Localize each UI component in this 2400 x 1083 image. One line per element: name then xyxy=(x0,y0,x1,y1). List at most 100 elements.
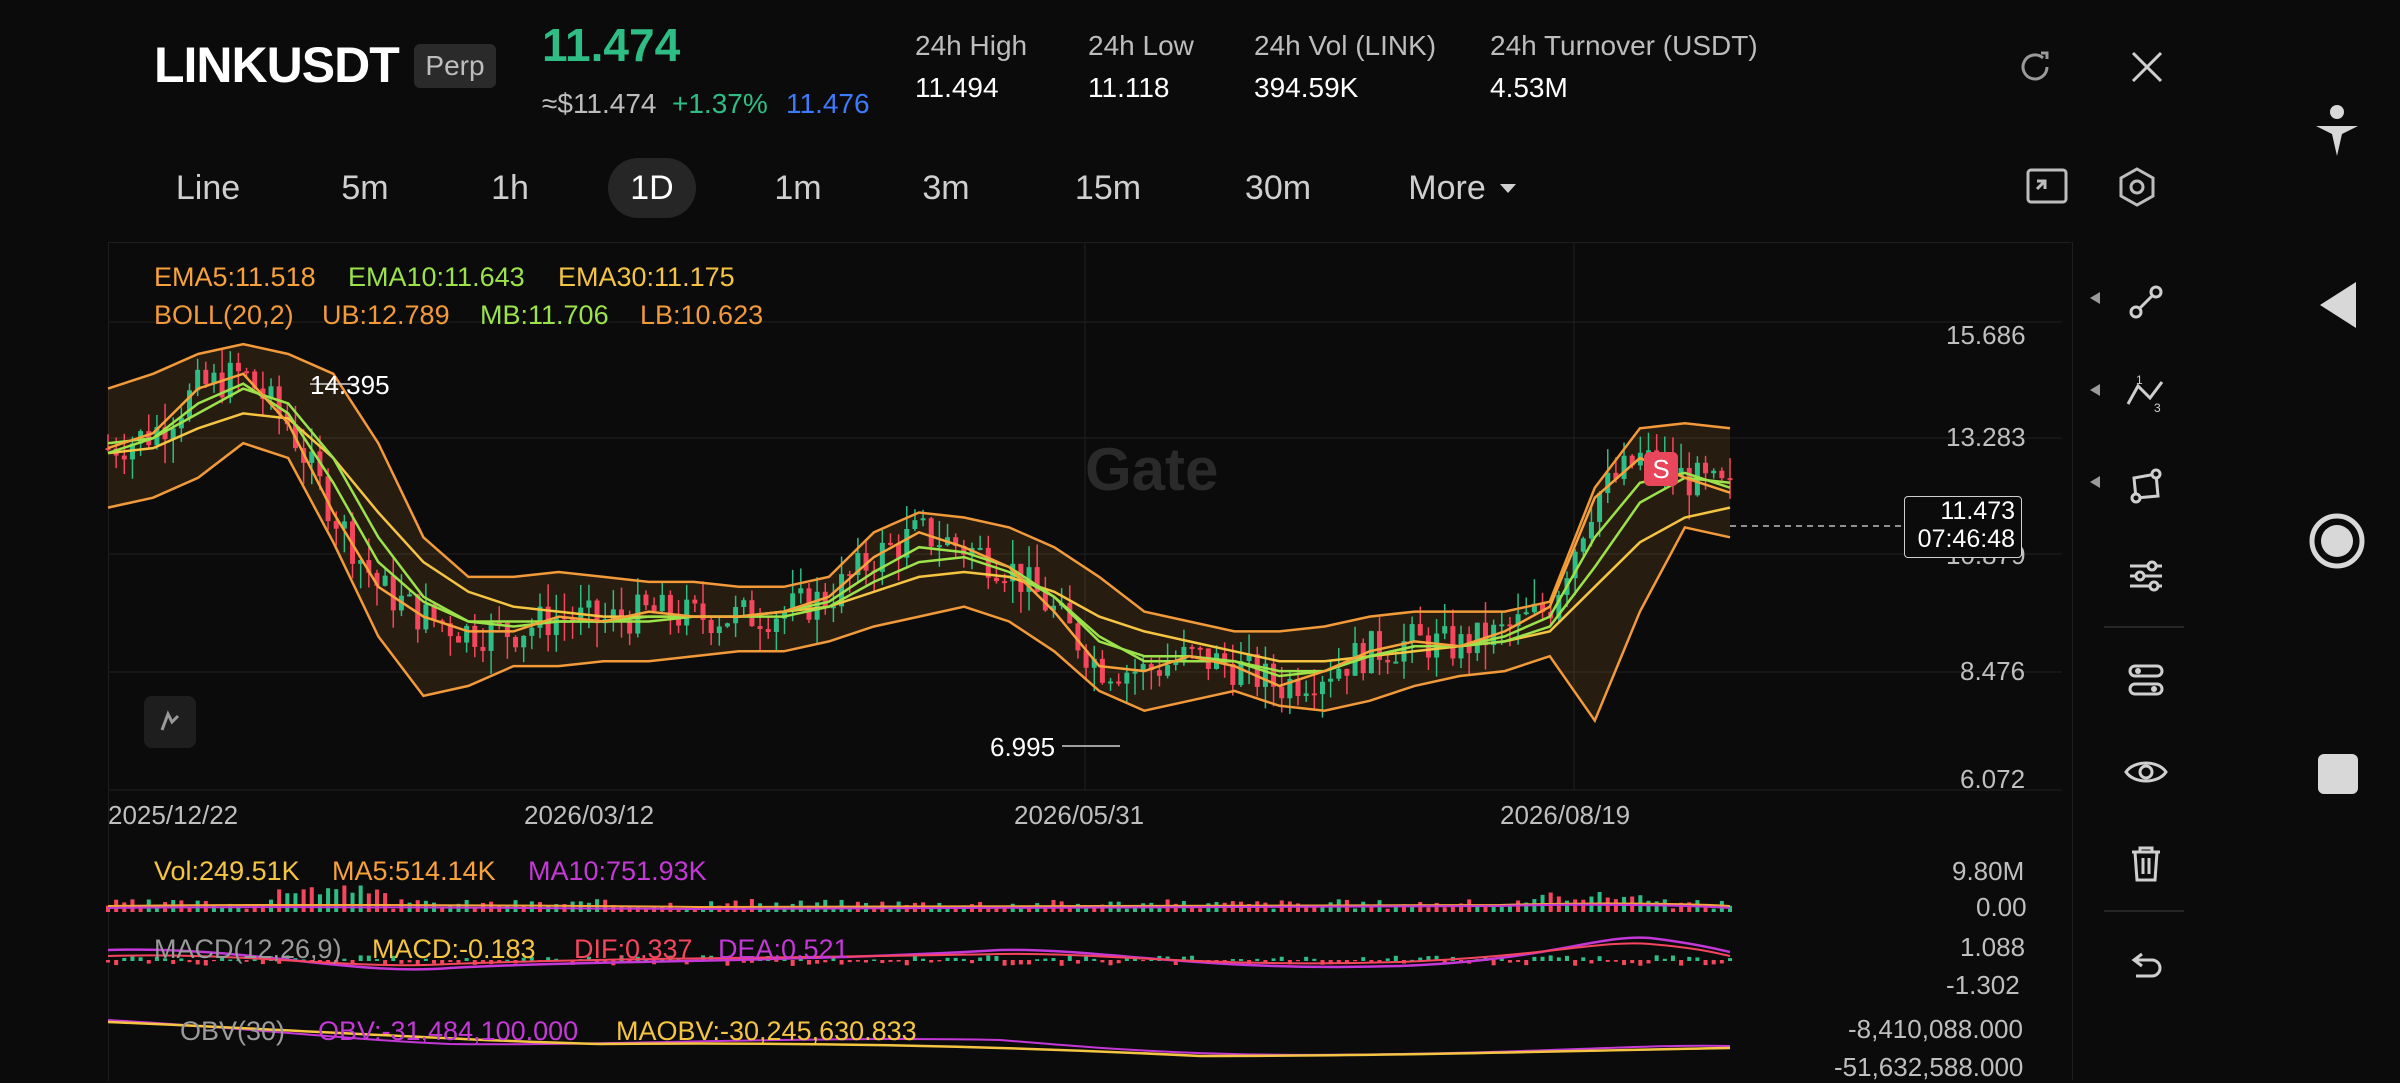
macd-hist-bar xyxy=(953,957,958,961)
boll-label: BOLL(20,2) xyxy=(154,300,294,330)
candle-body xyxy=(1124,672,1130,684)
volume-bar xyxy=(374,889,379,912)
candle-body xyxy=(716,626,722,634)
macd-hist-bar xyxy=(1092,958,1097,961)
svg-text:3: 3 xyxy=(2154,401,2161,414)
candle-body xyxy=(529,627,535,636)
volume-bar xyxy=(1499,906,1504,912)
volume-bar xyxy=(537,902,542,912)
macd-hist-bar xyxy=(130,956,135,961)
candle-body xyxy=(1417,624,1423,636)
ma10-label: MA10:751.93K xyxy=(528,856,707,886)
recents-square-icon[interactable] xyxy=(2316,752,2360,801)
candle-body xyxy=(390,575,396,611)
macd-hist-bar xyxy=(366,955,371,961)
candle-body xyxy=(1450,626,1456,659)
candle-body xyxy=(920,518,926,521)
candle-body xyxy=(1002,581,1008,584)
macd-hist-bar xyxy=(1524,960,1529,966)
svg-text:1: 1 xyxy=(2136,374,2143,387)
macd-hist-bar xyxy=(358,955,363,961)
low-marker: 6.995 xyxy=(990,732,1056,762)
macd-hist-bar xyxy=(1581,957,1586,961)
chart-drag-icon[interactable] xyxy=(144,696,196,748)
macd-hist-bar xyxy=(1556,957,1561,961)
macd-hist-bar xyxy=(978,957,983,961)
expand-caret-icon[interactable] xyxy=(2088,290,2108,310)
visibility-eye-icon[interactable] xyxy=(2116,742,2176,802)
macd-hist-bar xyxy=(1067,955,1072,961)
layout-icon[interactable] xyxy=(2116,650,2176,710)
macd-hist-bar xyxy=(1296,960,1301,962)
hexagon-settings-icon[interactable] xyxy=(2112,162,2162,212)
macd-hist-bar xyxy=(1703,960,1708,966)
current-price-value: 11.473 xyxy=(1940,497,2015,525)
accessibility-icon[interactable] xyxy=(2312,104,2362,165)
volume-bar xyxy=(1124,908,1129,912)
macd-hist-bar xyxy=(1662,958,1667,961)
candle-body xyxy=(1156,670,1162,676)
candle-body xyxy=(1703,462,1709,474)
x-tick-1: 2025/12/22 xyxy=(108,800,239,830)
candle-body xyxy=(708,619,714,634)
volume-bar xyxy=(529,901,534,912)
fibonacci-icon[interactable]: 13 xyxy=(2116,364,2176,424)
volume-bar xyxy=(994,908,999,912)
trash-icon[interactable] xyxy=(2116,834,2176,894)
shape-icon[interactable] xyxy=(2116,456,2176,516)
undo-icon[interactable] xyxy=(2116,936,2176,996)
macd-hist-bar xyxy=(1532,956,1537,961)
price-chart-svg: Gate xyxy=(105,242,2062,1058)
candle-body xyxy=(1336,668,1342,679)
candle-body xyxy=(1409,624,1415,642)
volume-bar xyxy=(383,893,388,912)
macd-hist-bar xyxy=(1279,956,1284,961)
volume-bar xyxy=(440,908,445,912)
macd-hist-bar xyxy=(1597,956,1602,961)
volume-bar xyxy=(1646,900,1651,912)
candle-body xyxy=(659,594,665,612)
boll-lb-label: LB:10.623 xyxy=(640,300,764,330)
candle-body xyxy=(1319,681,1325,695)
candle-body xyxy=(1605,472,1611,494)
candle-body xyxy=(521,635,527,648)
macd-hist-bar xyxy=(1507,960,1512,963)
indicator-settings-icon[interactable] xyxy=(2116,546,2176,606)
candle-body xyxy=(757,626,763,630)
candle-body xyxy=(1523,612,1529,615)
macd-hist-bar xyxy=(1010,960,1015,966)
volume-bar xyxy=(334,889,339,912)
volume-bars xyxy=(106,885,1732,912)
expand-caret-icon-2[interactable] xyxy=(2088,382,2102,403)
volume-bar xyxy=(1475,906,1480,912)
macd-hist-bar xyxy=(1613,960,1618,962)
signal-sell-badge[interactable]: S xyxy=(1644,452,1678,486)
macd-hist-bar xyxy=(929,960,934,963)
current-price-tag: 11.473 07:46:48 xyxy=(1904,496,2022,558)
volume-bar xyxy=(1385,908,1390,912)
back-triangle-icon[interactable] xyxy=(2316,280,2360,335)
candle-body xyxy=(724,623,730,627)
macd-hist-bar xyxy=(1605,960,1610,962)
ema10-label: EMA10:11.643 xyxy=(348,262,525,292)
macd-hist-bar xyxy=(1711,960,1716,965)
macd-hist-bar xyxy=(1100,960,1105,963)
macd-hist-bar xyxy=(1687,956,1692,961)
macd-lines xyxy=(106,936,1732,971)
volume-bar xyxy=(1581,899,1586,912)
macd-hist-bar xyxy=(1670,955,1675,961)
trend-line-icon[interactable] xyxy=(2116,272,2176,332)
obv-y-bottom: -51,632,588.000 xyxy=(1834,1052,2024,1082)
candle-body xyxy=(1116,681,1122,684)
close-icon[interactable] xyxy=(2122,42,2172,92)
candle-body xyxy=(1507,624,1513,627)
macd-hist-bar xyxy=(880,960,885,964)
candle-body xyxy=(1686,467,1692,496)
vol-label: Vol:249.51K xyxy=(154,856,300,886)
expand-caret-icon-3[interactable] xyxy=(2088,474,2102,495)
candle-body xyxy=(1099,658,1105,683)
macd-hist-bar xyxy=(1108,960,1113,966)
candle-body xyxy=(244,371,250,374)
home-circle-icon[interactable] xyxy=(2308,512,2366,575)
volume-bar xyxy=(1393,906,1398,912)
